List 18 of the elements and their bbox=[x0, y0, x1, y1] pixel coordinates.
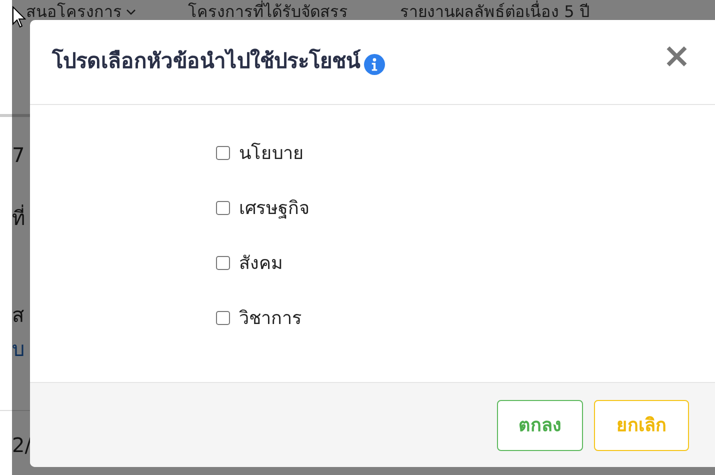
nav-link[interactable]: สนอโครงการ bbox=[26, 0, 136, 24]
cell-text: ที่ bbox=[12, 205, 25, 231]
info-icon bbox=[364, 54, 385, 74]
checkbox[interactable] bbox=[216, 256, 230, 270]
cell-text: 2/ bbox=[12, 432, 32, 458]
option-label: เศรษฐกิจ bbox=[239, 196, 310, 221]
option-label: สังคม bbox=[239, 252, 283, 276]
dialog-title: โปรดเลือกหัวข้อนำไปใช้ประโยชน์ bbox=[52, 48, 360, 76]
link-text[interactable]: บ bbox=[12, 336, 25, 362]
checkbox[interactable] bbox=[216, 311, 230, 325]
option-label: นโยบาย bbox=[239, 142, 304, 166]
option-label: วิชาการ bbox=[239, 306, 302, 330]
close-button[interactable]: × bbox=[662, 36, 691, 76]
confirm-button[interactable]: ตกลง bbox=[497, 400, 583, 451]
checkbox[interactable] bbox=[216, 146, 230, 160]
cell-text: ส bbox=[12, 302, 24, 328]
checkbox[interactable] bbox=[216, 201, 230, 215]
cell-text: 7 bbox=[12, 142, 25, 168]
